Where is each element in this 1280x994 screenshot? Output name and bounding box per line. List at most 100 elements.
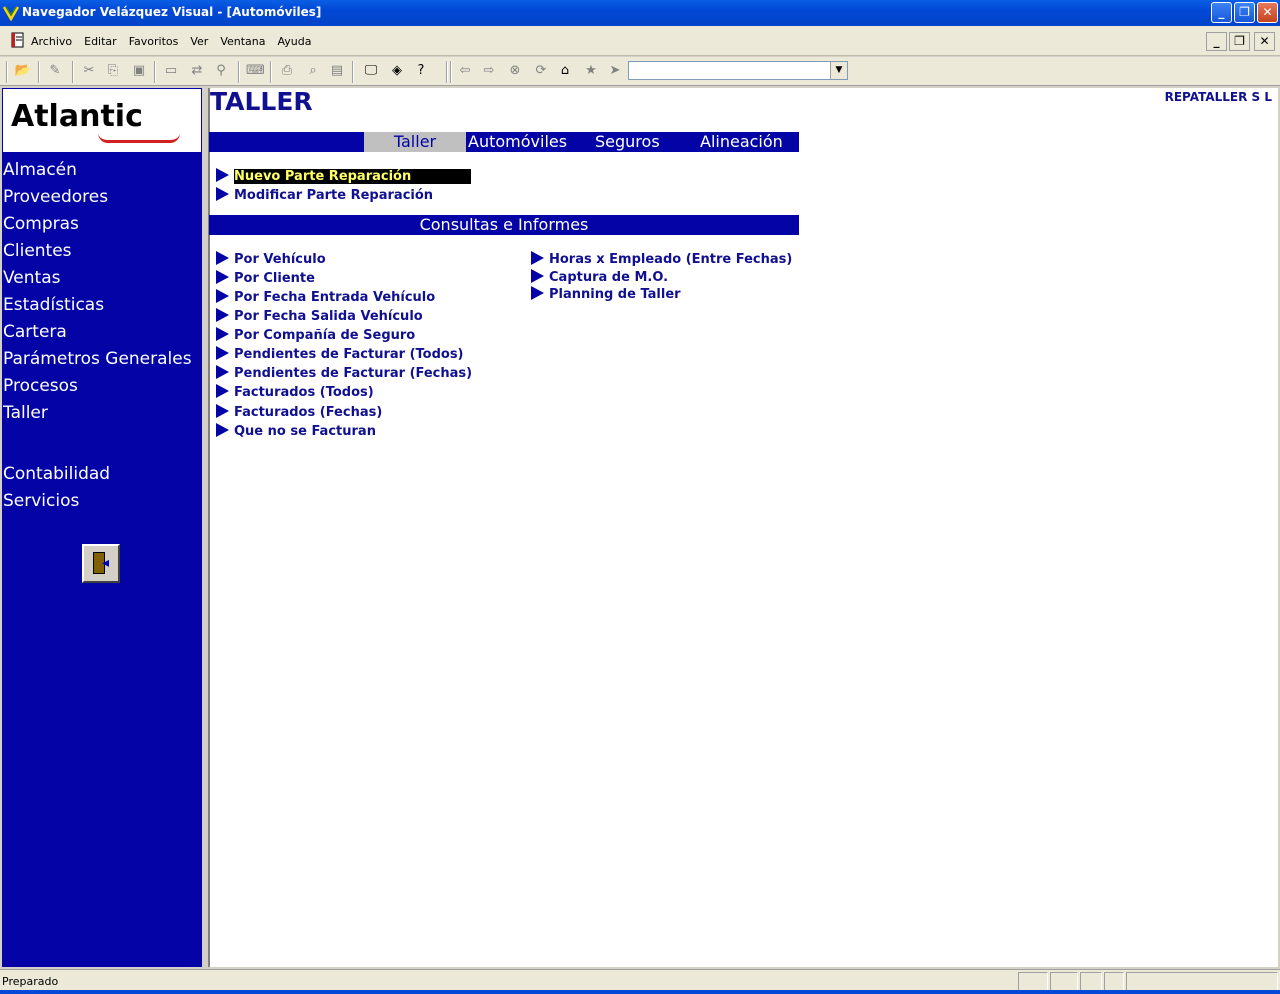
chevron-down-icon[interactable]: ▼: [830, 62, 847, 79]
arrow-right-icon: [216, 404, 229, 418]
report-planning-taller[interactable]: Planning de Taller: [531, 286, 681, 302]
go-icon[interactable]: ➤: [606, 62, 624, 80]
report-fecha-salida[interactable]: Por Fecha Salida Vehículo: [216, 308, 423, 324]
tab-alineacion[interactable]: Alineación: [700, 132, 783, 152]
exit-arrow-icon: ◂: [102, 555, 110, 571]
menu-favoritos[interactable]: Favoritos: [128, 35, 180, 48]
menu-ver[interactable]: Ver: [189, 35, 209, 48]
arrow-right-icon: [216, 384, 229, 398]
arrow-right-icon: [216, 270, 229, 284]
sidebar-item-compras[interactable]: Compras: [3, 214, 79, 234]
refresh-icon[interactable]: ⟳: [532, 62, 550, 80]
report-pendientes-fechas[interactable]: Pendientes de Facturar (Fechas): [216, 365, 472, 381]
report-captura-mo[interactable]: Captura de M.O.: [531, 269, 668, 285]
tab-seguros[interactable]: Seguros: [595, 132, 660, 152]
sidebar-item-parametros-generales[interactable]: Parámetros Generales: [3, 349, 192, 369]
toolbar-separator: [450, 61, 452, 83]
sidebar-item-servicios[interactable]: Servicios: [3, 491, 79, 511]
paste-icon[interactable]: ▣: [130, 62, 148, 80]
company-name: REPATALLER S L: [1164, 90, 1272, 104]
menu-ventana[interactable]: Ventana: [219, 35, 266, 48]
minimize-button[interactable]: _: [1211, 2, 1232, 23]
close-button[interactable]: ✕: [1257, 2, 1278, 23]
menu: Archivo Editar Favoritos Ver Ventana Ayu…: [30, 35, 313, 48]
report-pendientes-todos[interactable]: Pendientes de Facturar (Todos): [216, 346, 464, 362]
maximize-button[interactable]: ❐: [1234, 2, 1255, 23]
eraser-icon[interactable]: ◈: [388, 62, 406, 80]
window-icon[interactable]: ▭: [162, 62, 180, 80]
mdi-restore-button[interactable]: ❐: [1229, 32, 1250, 51]
sidebar-item-ventas[interactable]: Ventas: [3, 268, 60, 288]
page-title: TALLER: [210, 87, 313, 116]
status-panel: [1018, 972, 1048, 991]
toolbar-separator: [270, 61, 272, 83]
report-label: Horas x Empleado (Entre Fechas): [549, 252, 793, 267]
report-facturados-fechas[interactable]: Facturados (Fechas): [216, 404, 382, 420]
menu-ayuda[interactable]: Ayuda: [277, 35, 313, 48]
report-compania-seguro[interactable]: Por Compañía de Seguro: [216, 327, 415, 343]
exit-button[interactable]: ◂: [82, 544, 120, 583]
report-por-cliente[interactable]: Por Cliente: [216, 270, 315, 286]
report-label: Pendientes de Facturar (Todos): [234, 347, 464, 362]
sidebar-item-cartera[interactable]: Cartera: [3, 322, 67, 342]
sidebar-item-taller[interactable]: Taller: [3, 403, 48, 423]
menu-bar: Archivo Editar Favoritos Ver Ventana Ayu…: [0, 26, 1280, 56]
stop-icon[interactable]: ⊗: [506, 62, 524, 80]
arrow-right-icon: [216, 168, 229, 182]
address-combo[interactable]: ▼: [628, 61, 848, 80]
menu-editar[interactable]: Editar: [83, 35, 118, 48]
status-panel: [1104, 972, 1124, 991]
arrow-right-icon: [216, 308, 229, 322]
cut-icon[interactable]: ✂: [80, 62, 98, 80]
arrow-right-icon: [216, 187, 229, 201]
find-icon[interactable]: ⚲: [212, 62, 230, 80]
status-panel: [1050, 972, 1078, 991]
sidebar-item-contabilidad[interactable]: Contabilidad: [3, 464, 110, 484]
back-icon[interactable]: ⇦: [456, 62, 474, 80]
sidebar-item-proveedores[interactable]: Proveedores: [3, 187, 108, 207]
edit-icon[interactable]: ✎: [46, 62, 64, 80]
arrow-right-icon: [216, 346, 229, 360]
report-label: Por Vehículo: [234, 252, 326, 267]
open-folder-icon[interactable]: 📂: [14, 62, 32, 80]
app-icon: [3, 6, 19, 21]
report-facturados-todos[interactable]: Facturados (Todos): [216, 384, 374, 400]
toolbar-separator: [38, 61, 40, 83]
toolbar-separator: [446, 61, 448, 83]
action-modificar-parte[interactable]: Modificar Parte Reparación: [216, 187, 433, 203]
document-icon: [11, 32, 24, 48]
arrow-right-icon: [216, 327, 229, 341]
replace-icon[interactable]: ⇄: [188, 62, 206, 80]
toolbar-separator: [352, 61, 354, 83]
sidebar-item-almacen[interactable]: Almacén: [3, 160, 77, 180]
report-no-facturan[interactable]: Que no se Facturan: [216, 423, 376, 439]
tab-automoviles[interactable]: Automóviles: [468, 132, 567, 152]
report-fecha-entrada[interactable]: Por Fecha Entrada Vehículo: [216, 289, 435, 305]
home-icon[interactable]: ⌂: [556, 62, 574, 80]
mdi-close-button[interactable]: ✕: [1254, 32, 1275, 51]
print-icon[interactable]: ⎙: [278, 62, 296, 80]
toolbar-separator: [154, 61, 156, 83]
arrow-right-icon: [216, 289, 229, 303]
action-nuevo-parte[interactable]: Nuevo Parte Reparación: [216, 168, 472, 184]
toolbar-separator: [238, 61, 240, 83]
arrow-right-icon: [216, 251, 229, 265]
menu-archivo[interactable]: Archivo: [30, 35, 73, 48]
report-label: Por Fecha Entrada Vehículo: [234, 290, 436, 305]
favorites-icon[interactable]: ★: [582, 62, 600, 80]
forward-icon[interactable]: ⇨: [480, 62, 498, 80]
save-icon[interactable]: ▤: [328, 62, 346, 80]
sidebar-item-estadisticas[interactable]: Estadísticas: [3, 295, 104, 315]
print-preview-icon[interactable]: ⌕: [304, 62, 322, 80]
tab-taller[interactable]: Taller: [364, 132, 466, 152]
help-icon[interactable]: ?: [412, 62, 430, 80]
sidebar-item-clientes[interactable]: Clientes: [3, 241, 72, 261]
sidebar-item-procesos[interactable]: Procesos: [3, 376, 78, 396]
copy-icon[interactable]: ⎘: [104, 62, 122, 80]
atlantic-logo: Atlantic: [3, 89, 201, 152]
monitor-icon[interactable]: 🖵: [362, 62, 380, 80]
report-por-vehiculo[interactable]: Por Vehículo: [216, 251, 326, 267]
report-horas-empleado[interactable]: Horas x Empleado (Entre Fechas): [531, 251, 792, 267]
mdi-minimize-button[interactable]: _: [1206, 32, 1227, 51]
scanner-icon[interactable]: ⌨: [246, 62, 265, 80]
